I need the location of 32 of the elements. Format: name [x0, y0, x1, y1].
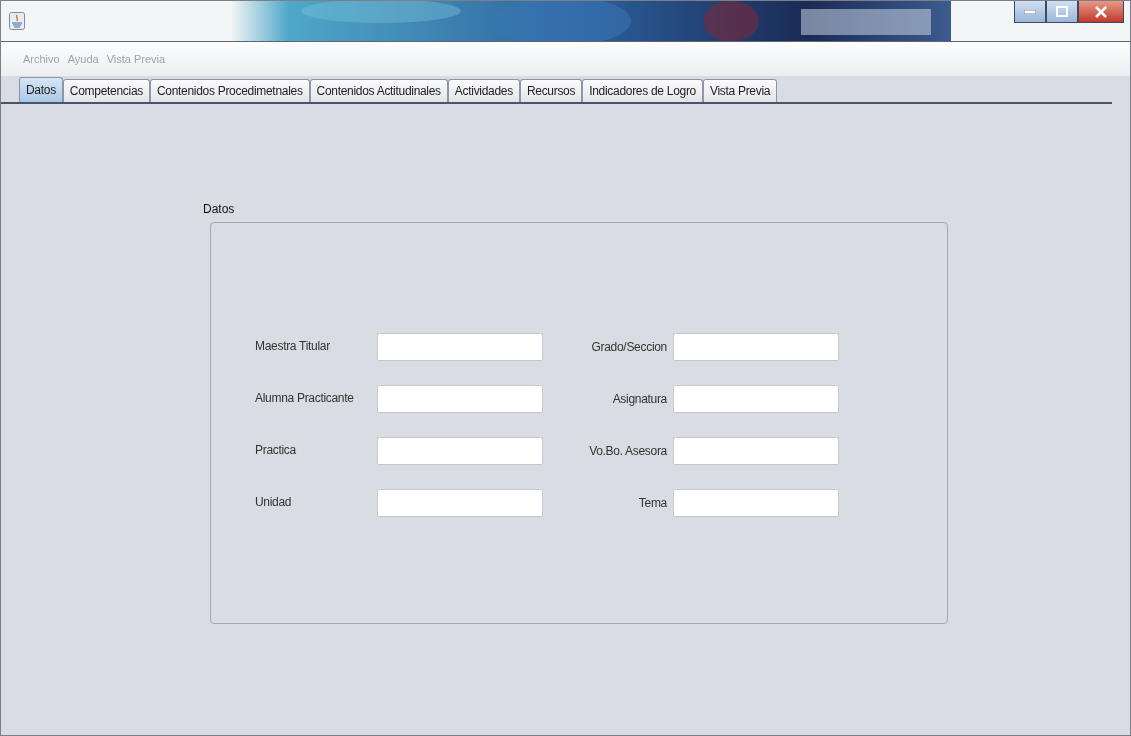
tab[interactable]: Vista Previa	[702, 79, 778, 102]
maximize-icon	[1056, 6, 1068, 17]
field-label: Practica	[255, 442, 297, 457]
tab[interactable]: Recursos	[519, 79, 583, 102]
tab[interactable]: Competencias	[62, 79, 150, 102]
text-field[interactable]	[377, 489, 543, 517]
field-label: Vo.Bo. Asesora	[588, 444, 668, 458]
tab[interactable]: Indicadores de Logro	[582, 79, 703, 102]
tab[interactable]: Actividades	[447, 79, 520, 102]
text-field[interactable]	[673, 385, 839, 413]
close-icon	[1094, 5, 1108, 18]
text-field[interactable]	[673, 489, 839, 517]
text-field[interactable]	[377, 385, 543, 413]
close-button[interactable]	[1078, 1, 1124, 23]
tab[interactable]: Datos	[19, 77, 63, 102]
text-field[interactable]	[377, 333, 543, 361]
panel-title: Datos	[203, 202, 236, 216]
tab[interactable]: Contenidos Procedimetnales	[149, 79, 310, 102]
field-label: Maestra Titular	[255, 338, 331, 353]
field-label: Alumna Practicante	[255, 390, 355, 405]
maximize-button[interactable]	[1046, 1, 1078, 23]
field-label: Grado/Seccion	[590, 340, 668, 354]
tab[interactable]: Contenidos Actitudinales	[309, 79, 448, 102]
minimize-button[interactable]	[1014, 1, 1046, 23]
minimize-icon	[1024, 9, 1036, 14]
field-label: Tema	[637, 496, 668, 510]
text-field[interactable]	[673, 437, 839, 465]
text-field[interactable]	[673, 333, 839, 361]
app-icon	[9, 12, 25, 30]
text-field[interactable]	[377, 437, 543, 465]
field-label: Asignatura	[611, 392, 668, 406]
field-label: Unidad	[255, 494, 293, 509]
